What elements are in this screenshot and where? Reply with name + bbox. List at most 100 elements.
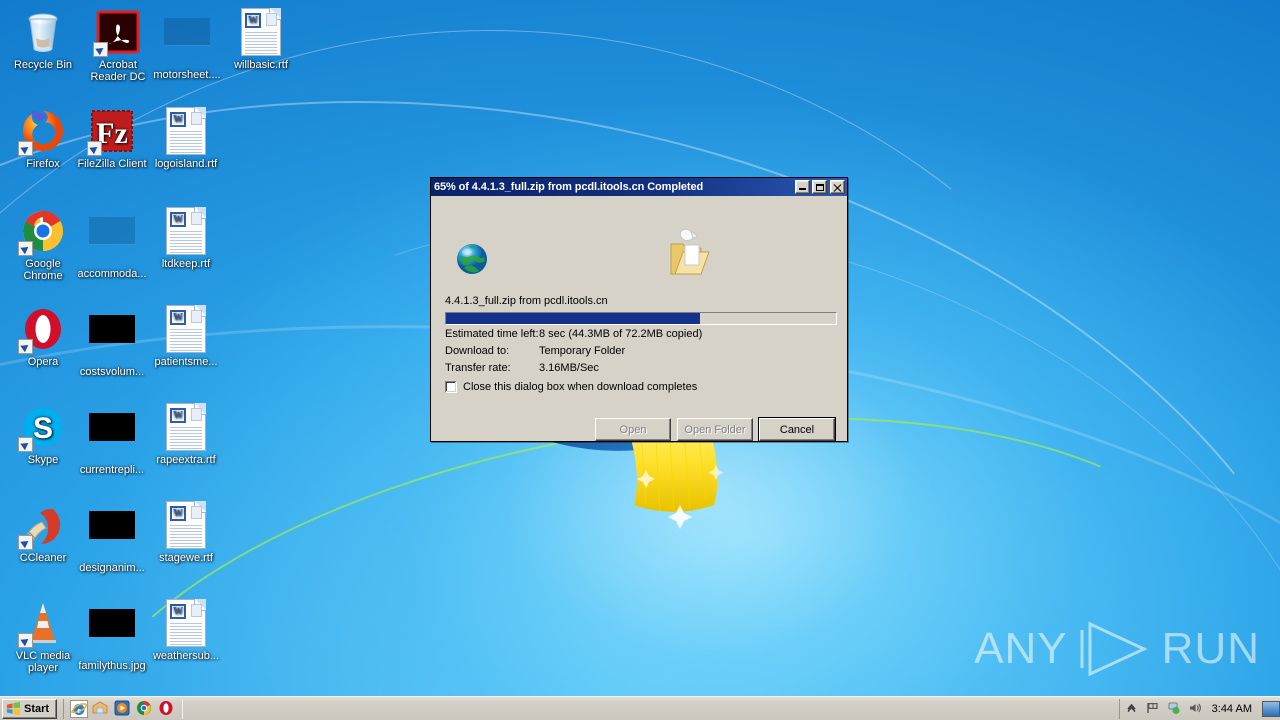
shortcut-overlay-icon (87, 141, 102, 156)
watermark-left-text: ANY (974, 624, 1068, 673)
taskbar-chrome-icon[interactable] (136, 700, 154, 718)
globe-icon (457, 244, 487, 274)
shortcut-overlay-icon (18, 339, 33, 354)
desktop-icon-stagewe-rtf[interactable]: W stagewe.rtf (149, 501, 223, 564)
desktop-icon-motorsheet[interactable]: motorsheet.... (150, 8, 224, 81)
shortcut-overlay-icon (18, 535, 33, 550)
taskbar-show-desktop-icon[interactable] (92, 700, 110, 718)
shortcut-overlay-icon (18, 241, 33, 256)
desktop-icon-costsvolum[interactable]: costsvolum... (75, 305, 149, 378)
desktop-icon-label: patientsme... (154, 356, 218, 368)
desktop-icon-google-chrome[interactable]: Google Chrome (6, 207, 80, 282)
desktop-icon-opera[interactable]: Opera (6, 305, 80, 368)
desktop-icon-label: Acrobat Reader DC (90, 59, 146, 83)
rtf-document-icon: W (162, 403, 210, 451)
desktop-icon-label: costsvolum... (79, 366, 145, 378)
checkbox-box-icon[interactable] (445, 381, 457, 393)
desktop-icon-rapeextra-rtf[interactable]: W rapeextra.rtf (149, 403, 223, 466)
maximize-button[interactable] (812, 180, 827, 194)
shortcut-overlay-icon (18, 141, 33, 156)
desktop-icon-label: ltdkeep.rtf (161, 258, 211, 270)
black-thumbnail-icon (163, 18, 211, 66)
row-download-to: Download to: Temporary Folder (445, 345, 625, 357)
dialog-titlebar[interactable]: 65% of 4.4.1.3_full.zip from pcdl.itools… (431, 178, 847, 196)
svg-text:S: S (33, 412, 53, 445)
volume-icon[interactable] (1188, 701, 1203, 716)
desktop-icon-recycle-bin[interactable]: Recycle Bin (6, 8, 80, 71)
windows-flag-icon (6, 701, 21, 716)
open-folder-button[interactable]: Open Folder (677, 418, 753, 441)
desktop-icon-label: designanim... (79, 562, 145, 574)
network-icon[interactable] (1167, 701, 1182, 716)
dialog-button-row: Open Open Folder Cancel (595, 417, 836, 442)
start-button-label: Start (24, 702, 50, 715)
desktop-icon-currentrepli[interactable]: currentrepli... (75, 403, 149, 476)
desktop-icon-firefox[interactable]: Firefox (6, 107, 80, 170)
checkbox-label: Close this dialog box when download comp… (463, 381, 698, 393)
desktop-icon-label: logoisland.rtf (154, 158, 218, 170)
rtf-document-icon: W (237, 8, 285, 56)
taskbar-clock[interactable]: 3:44 AM (1212, 703, 1252, 715)
desktop-icon-label: Google Chrome (23, 258, 63, 282)
desktop-icon-label: willbasic.rtf (234, 59, 288, 71)
watermark-right-text: RUN (1161, 624, 1260, 673)
black-thumbnail-icon (88, 315, 136, 363)
progress-bar-fill (446, 313, 700, 324)
row-label: Estimated time left: (445, 328, 539, 340)
desktop-icon-ccleaner[interactable]: CCleaner (6, 501, 80, 564)
desktop-icon-willbasic-rtf[interactable]: W willbasic.rtf (224, 8, 298, 71)
quick-launch-bar[interactable]: e (63, 698, 184, 719)
desktop-icon-label: stagewe.rtf (159, 552, 213, 564)
skype-icon: S (18, 403, 67, 452)
desktop-icon-patientsme[interactable]: W patientsme... (149, 305, 223, 368)
close-when-complete-checkbox[interactable]: Close this dialog box when download comp… (445, 381, 697, 393)
row-estimated-time: Estimated time left:8 sec (44.3MB of 72.… (445, 328, 702, 340)
black-thumbnail-icon (88, 511, 136, 559)
desktop-icon-vlc-media-player[interactable]: VLC media player (6, 599, 80, 674)
acrobat-icon (93, 8, 142, 57)
desktop-icon-accommoda[interactable]: accommoda... (75, 207, 149, 280)
desktop-icon-weathersub[interactable]: W weathersub... (149, 599, 223, 662)
rtf-document-icon: W (162, 501, 210, 549)
desktop-icon-logoisland-rtf[interactable]: W logoisland.rtf (149, 107, 223, 170)
desktop-icon-label: Recycle Bin (13, 59, 73, 71)
show-hidden-icons-icon[interactable] (1125, 701, 1140, 716)
desktop-icon-designanim[interactable]: designanim... (75, 501, 149, 574)
desktop-icon-skype[interactable]: S Skype (6, 403, 80, 466)
desktop[interactable]: Recycle Bin Acrobat Reader DC motorsheet… (0, 0, 1280, 720)
cancel-button[interactable]: Cancel (758, 417, 836, 442)
row-value: Temporary Folder (539, 345, 626, 357)
desktop-icon-label: rapeextra.rtf (156, 454, 216, 466)
taskbar-internet-explorer-icon[interactable]: e (70, 699, 89, 718)
taskbar-media-player-icon[interactable] (114, 700, 132, 718)
minimize-icon (799, 188, 806, 190)
desktop-icon-acrobat-reader-dc[interactable]: Acrobat Reader DC (81, 8, 155, 83)
close-button[interactable] (830, 180, 845, 194)
row-value: 8 sec (44.3MB of 72.2MB copied) (539, 328, 703, 340)
row-label: Download to: (445, 345, 510, 357)
taskbar[interactable]: Start e 3:44 AM (0, 696, 1280, 720)
show-desktop-button[interactable] (1262, 700, 1280, 717)
flag-action-center-icon[interactable] (1146, 701, 1161, 716)
svg-text:e: e (77, 706, 81, 715)
desktop-icon-label: accommoda... (77, 268, 147, 280)
desktop-icon-label: currentrepli... (79, 464, 145, 476)
shortcut-overlay-icon (93, 42, 108, 57)
dialog-title: 65% of 4.4.1.3_full.zip from pcdl.itools… (434, 181, 704, 193)
shortcut-overlay-icon (18, 633, 33, 648)
download-dialog[interactable]: 65% of 4.4.1.3_full.zip from pcdl.itools… (430, 177, 848, 442)
open-button[interactable]: Open (595, 418, 671, 441)
black-thumbnail-icon (88, 609, 136, 657)
minimize-button[interactable] (795, 180, 810, 194)
desktop-icon-ltdkeep-rtf[interactable]: W ltdkeep.rtf (149, 207, 223, 270)
desktop-icon-filezilla-client[interactable]: Fz FileZilla Client (75, 107, 149, 170)
start-button[interactable]: Start (2, 698, 58, 719)
recycle-bin-icon (19, 8, 67, 56)
taskbar-opera-icon[interactable] (158, 700, 176, 718)
desktop-icon-familythus-jpg[interactable]: familythus.jpg (75, 599, 149, 672)
filezilla-icon: Fz (87, 107, 136, 156)
system-tray[interactable]: 3:44 AM (1118, 698, 1260, 719)
desktop-icon-label: familythus.jpg (78, 660, 146, 672)
black-thumbnail-icon (88, 217, 136, 265)
dialog-body: 4.4.1.3_full.zip from pcdl.itools.cn Est… (431, 196, 847, 442)
